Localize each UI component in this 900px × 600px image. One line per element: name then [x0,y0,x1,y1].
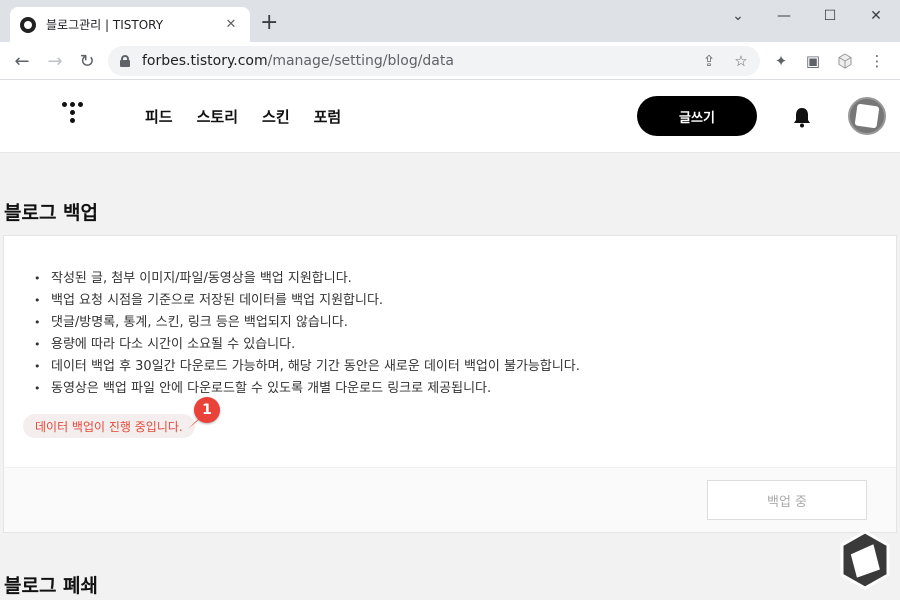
notice-item: 동영상은 백업 파일 안에 다운로드할 수 있도록 개별 다운로드 링크로 제공… [34,378,580,400]
profile-cube-icon[interactable] [835,51,855,71]
backup-notice-list: 작성된 글, 첨부 이미지/파일/동영상을 백업 지원합니다. 백업 요청 시점… [34,268,580,400]
site-header: 피드 스토리 스킨 포럼 글쓰기 [0,80,900,153]
notification-bell-icon[interactable] [792,106,812,128]
browser-tab[interactable]: 블로그관리 | TISTORY ✕ [10,7,250,42]
nav-skin[interactable]: 스킨 [262,106,290,127]
notice-item: 용량에 따라 다소 시간이 소요될 수 있습니다. [34,334,580,356]
tab-search-icon[interactable]: ⌄ [715,0,761,32]
user-avatar[interactable] [848,97,886,135]
nav-forum[interactable]: 포럼 [314,106,342,127]
tab-close-icon[interactable]: ✕ [222,17,240,32]
share-icon[interactable]: ⇪ [700,52,718,70]
forward-arrow-icon[interactable]: → [43,49,67,73]
url-host: forbes.tistory.com [142,53,268,69]
avatar-logo-icon [854,103,880,129]
backup-section-title: 블로그 백업 [4,202,99,224]
backup-status-badge: 데이터 백업이 진행 중입니다. [23,414,195,438]
lock-icon[interactable] [120,55,130,67]
new-tab-button[interactable]: + [260,12,278,34]
maximize-button[interactable]: ☐ [807,0,853,32]
tistory-favicon-icon [20,16,36,33]
notice-item: 댓글/방명록, 통계, 스킨, 링크 등은 백업되지 않습니다. [34,312,580,334]
tab-title: 블로그관리 | TISTORY [46,18,164,32]
settings-main: 블로그 백업 작성된 글, 첨부 이미지/파일/동영상을 백업 지원합니다. 백… [0,153,900,600]
bookmark-star-icon[interactable]: ☆ [732,52,750,70]
close-window-button[interactable]: ✕ [853,0,899,32]
browser-toolbar: ← → ↻ forbes.tistory.com/manage/setting/… [0,42,900,80]
backup-panel: 작성된 글, 첨부 이미지/파일/동영상을 백업 지원합니다. 백업 요청 시점… [3,235,897,533]
url-path: /manage/setting/blog/data [267,53,454,69]
annotation-number-badge: 1 [194,397,220,423]
backup-in-progress-button: 백업 중 [707,480,867,520]
backup-panel-footer: 백업 중 [4,467,896,532]
nav-feed[interactable]: 피드 [145,106,173,127]
notice-item: 백업 요청 시점을 기준으로 저장된 데이터를 백업 지원합니다. [34,290,580,312]
extensions-puzzle-icon[interactable]: ✦ [771,51,791,71]
write-post-button[interactable]: 글쓰기 [637,96,757,136]
tistory-logo-icon[interactable] [62,102,84,130]
hashtag-watermark-logo [838,530,892,590]
notice-item: 작성된 글, 첨부 이미지/파일/동영상을 백업 지원합니다. [34,268,580,290]
address-bar[interactable]: forbes.tistory.com/manage/setting/blog/d… [108,46,760,76]
global-nav: 피드 스토리 스킨 포럼 [145,106,341,127]
url-text[interactable]: forbes.tistory.com/manage/setting/blog/d… [142,53,454,69]
notice-item: 데이터 백업 후 30일간 다운로드 가능하며, 해당 기간 동안은 새로운 데… [34,356,580,378]
nav-story[interactable]: 스토리 [197,106,238,127]
minimize-button[interactable]: — [761,0,807,32]
more-menu-icon[interactable]: ⋮ [867,51,887,71]
closure-section-title: 블로그 폐쇄 [4,575,99,597]
browser-tab-strip: 블로그관리 | TISTORY ✕ + ⌄ — ☐ ✕ [0,0,900,42]
reload-icon[interactable]: ↻ [75,49,99,73]
back-arrow-icon[interactable]: ← [10,49,34,73]
side-panel-icon[interactable]: ▣ [803,51,823,71]
